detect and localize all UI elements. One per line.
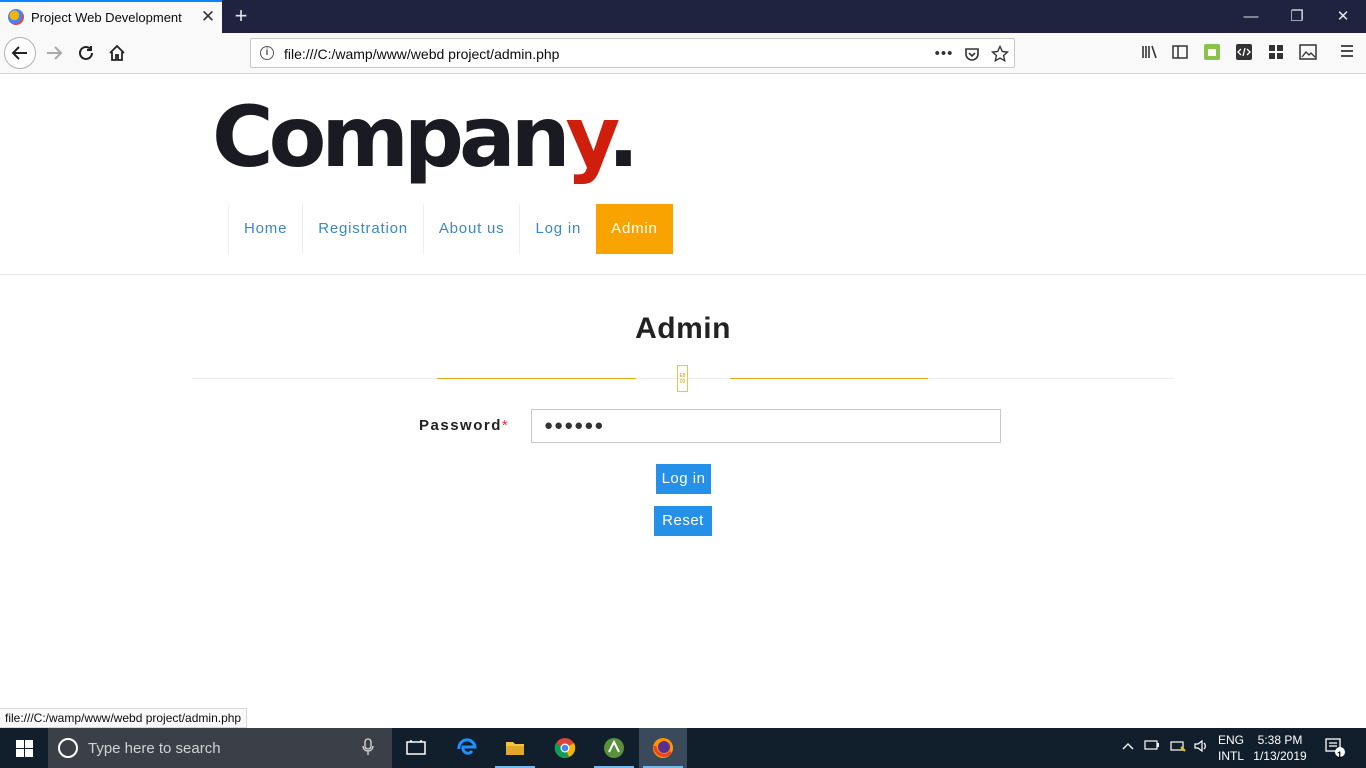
title-divider-left-accent	[437, 378, 636, 379]
taskbar-chrome[interactable]	[541, 728, 589, 768]
taskbar-clock[interactable]: 5:38 PM 1/13/2019	[1250, 732, 1310, 764]
tab-close-icon[interactable]: ✕	[198, 7, 218, 27]
new-tab-button[interactable]: +	[228, 3, 254, 29]
required-asterisk: *	[501, 417, 510, 434]
battery-icon[interactable]	[1144, 739, 1160, 754]
language-indicator[interactable]: ENG INTL	[1218, 732, 1244, 764]
home-button[interactable]	[101, 37, 133, 69]
network-icon[interactable]	[1169, 739, 1187, 756]
sidebar-icon[interactable]	[1170, 43, 1190, 63]
code-extension-icon[interactable]	[1234, 43, 1254, 63]
clock-date: 1/13/2019	[1253, 749, 1307, 763]
password-field[interactable]: ●●●●●●	[531, 409, 1001, 443]
back-button[interactable]	[4, 37, 36, 69]
taskbar-edge[interactable]	[443, 728, 491, 768]
page-content: Company. Home Registration About us Log …	[0, 74, 1366, 728]
page-title: Admin	[635, 312, 731, 345]
main-menu: Home Registration About us Log in Admin	[228, 204, 673, 254]
company-logo[interactable]: Company.	[212, 92, 639, 182]
url-text[interactable]: file:///C:/wamp/www/webd project/admin.p…	[284, 46, 559, 62]
divider-ornament: E8 09	[677, 365, 688, 392]
search-placeholder: Type here to search	[88, 740, 221, 757]
microphone-icon[interactable]	[362, 738, 374, 760]
address-bar[interactable]: i file:///C:/wamp/www/webd project/admin…	[250, 38, 1015, 68]
menu-item-about-us[interactable]: About us	[422, 204, 520, 254]
reset-button[interactable]: Reset	[654, 506, 712, 536]
android-extension-icon[interactable]	[1202, 43, 1222, 63]
notification-count: 1	[1337, 750, 1343, 760]
firefox-icon	[653, 738, 673, 758]
login-button[interactable]: Log in	[656, 464, 711, 494]
home-icon	[109, 44, 125, 61]
bookmark-star-icon[interactable]	[989, 43, 1011, 65]
windows-logo-icon	[16, 740, 24, 748]
windows-taskbar: Type here to search ENG INTL 5:38 PM 1/1…	[0, 728, 1366, 768]
header-divider	[0, 274, 1366, 275]
chrome-icon	[554, 738, 576, 758]
taskbar-file-explorer[interactable]	[491, 728, 539, 768]
browser-toolbar: i file:///C:/wamp/www/webd project/admin…	[0, 33, 1366, 74]
forward-button[interactable]	[38, 37, 70, 69]
library-icon[interactable]	[1139, 43, 1159, 63]
tray-overflow-chevron-icon[interactable]	[1122, 739, 1134, 754]
password-label: Password*	[419, 417, 510, 434]
menu-hamburger-icon[interactable]	[1337, 43, 1357, 63]
edge-icon	[457, 738, 477, 755]
restore-button[interactable]: ❐	[1274, 0, 1320, 33]
minimize-button[interactable]: —	[1228, 0, 1274, 33]
cortana-icon	[58, 738, 78, 758]
info-icon[interactable]: i	[260, 46, 274, 60]
page-actions-icon[interactable]: •••	[933, 43, 955, 65]
reload-icon	[79, 45, 93, 60]
taskbar-firefox[interactable]	[639, 728, 687, 768]
taskbar-android-studio[interactable]	[590, 728, 638, 768]
volume-icon[interactable]	[1193, 739, 1209, 756]
folder-icon	[506, 742, 524, 755]
browser-tab[interactable]: Project Web Development ✕	[0, 0, 222, 33]
arrow-right-icon	[47, 46, 63, 60]
apps-extension-icon[interactable]	[1266, 43, 1286, 63]
image-extension-icon[interactable]	[1298, 43, 1318, 63]
menu-item-registration[interactable]: Registration	[302, 204, 423, 254]
task-view-button[interactable]	[392, 728, 440, 768]
reload-button[interactable]	[70, 37, 102, 69]
menu-item-admin[interactable]: Admin	[596, 204, 673, 254]
clock-time: 5:38 PM	[1257, 733, 1303, 747]
logo-text-dot: .	[607, 88, 640, 186]
pocket-icon[interactable]	[961, 43, 983, 65]
arrow-left-icon	[11, 46, 27, 60]
task-view-icon	[406, 740, 426, 755]
tab-title: Project Web Development	[31, 10, 182, 25]
browser-titlebar: Project Web Development ✕ + — ❐ ✕	[0, 0, 1366, 33]
close-window-button[interactable]: ✕	[1320, 0, 1366, 33]
logo-text-accent: y	[565, 88, 613, 186]
favicon-icon	[8, 9, 24, 25]
menu-item-log-in[interactable]: Log in	[519, 204, 596, 254]
menu-item-home[interactable]: Home	[228, 204, 302, 254]
status-bar-url: file:///C:/wamp/www/webd project/admin.p…	[0, 708, 248, 728]
android-studio-icon	[604, 738, 624, 758]
taskbar-search-box[interactable]: Type here to search	[48, 728, 392, 768]
title-divider-right-accent	[730, 378, 928, 379]
start-button[interactable]	[0, 728, 48, 768]
logo-text-main: Compan	[212, 88, 570, 186]
